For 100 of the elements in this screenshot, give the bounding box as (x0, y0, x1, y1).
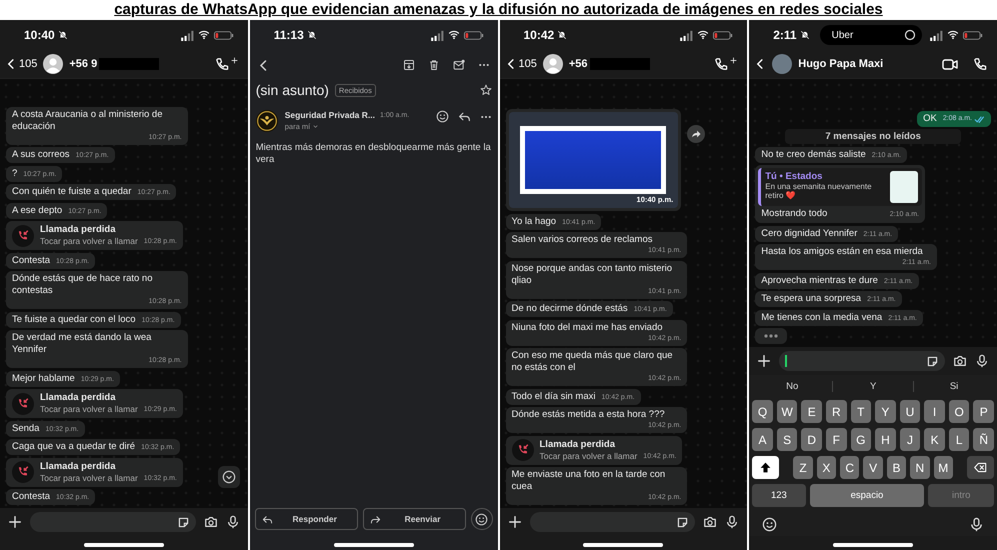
chevron-down-icon (222, 470, 236, 484)
keyboard-key[interactable]: E (801, 400, 822, 423)
keyboard-key[interactable]: R (826, 400, 847, 423)
reply-button[interactable]: Responder (254, 508, 358, 530)
message-text: Te espera una sorpresa (761, 293, 862, 305)
microphone-icon[interactable] (226, 515, 240, 529)
shift-key[interactable] (752, 456, 780, 479)
sender-logo-icon (256, 110, 278, 132)
trash-icon[interactable] (428, 59, 440, 71)
message-text: De verdad me está dando la wea Yennifer (12, 332, 152, 356)
keyboard-key[interactable]: X (816, 456, 836, 479)
keyboard-key[interactable]: U (900, 400, 920, 423)
keyboard-key[interactable]: O (948, 400, 970, 423)
keyboard-key[interactable]: K (924, 428, 945, 451)
keyboard-key[interactable]: Q (752, 400, 773, 423)
keyboard-key[interactable]: A (752, 428, 773, 451)
plus-icon (230, 56, 238, 64)
message-text: Con quién te fuiste a quedar (12, 186, 132, 198)
message-text: Me tienes con la media vena (761, 312, 882, 324)
keyboard-key[interactable]: B (886, 456, 906, 479)
back-button[interactable]: 105 (6, 58, 38, 70)
clock-time: 11:13 (274, 28, 304, 42)
keyboard-key[interactable]: W (776, 400, 798, 423)
message-text: Mostrando todo (761, 208, 828, 220)
keyboard-key[interactable]: Y (875, 400, 896, 423)
forward-icon[interactable] (687, 125, 706, 143)
archive-icon[interactable] (402, 59, 414, 71)
phone-plus-icon (713, 56, 728, 72)
star-icon[interactable] (480, 84, 492, 96)
keyboard-key[interactable]: G (850, 428, 872, 451)
word-suggestion[interactable]: Y (833, 380, 914, 392)
keyboard-key[interactable]: S (776, 428, 798, 451)
keyboard-key[interactable]: 123 (752, 484, 806, 507)
camera-icon[interactable] (953, 354, 967, 368)
contact-name: +56 (568, 58, 588, 70)
activity-ring-icon (904, 29, 916, 41)
message-text: De no decirme dónde estás (512, 303, 628, 315)
camera-icon[interactable] (703, 515, 718, 529)
plus-icon[interactable] (508, 515, 522, 529)
plus-icon[interactable] (757, 354, 772, 368)
message-input[interactable] (530, 512, 696, 532)
message-text: Cero dignidad Yennifer (761, 228, 858, 240)
voice-call-button[interactable] (972, 56, 987, 72)
keyboard-key[interactable]: H (875, 428, 896, 451)
word-suggestion[interactable]: No (752, 380, 834, 392)
keyboard-key[interactable]: L (948, 428, 970, 451)
sticker-icon[interactable] (926, 354, 939, 368)
message-text: Niuna foto del maxi me has enviado (512, 322, 663, 334)
message-text: Me enviaste una foto en la tarde con cuea (512, 469, 666, 493)
message-text: Dónde estás que de hace rato no contestas (12, 273, 154, 297)
message-input[interactable] (30, 512, 196, 532)
backspace-key[interactable] (966, 456, 994, 479)
keyboard-key[interactable]: I (924, 400, 945, 423)
forward-button[interactable]: Reenviar (362, 508, 466, 530)
message-text: A sus correos (12, 149, 70, 161)
back-chevron-icon (506, 58, 516, 70)
camera-icon[interactable] (204, 515, 218, 529)
status-thumbnail (890, 171, 918, 203)
message-text: Salen varios correos de reclamos (512, 234, 652, 246)
word-suggestion[interactable]: Si (914, 380, 994, 392)
keyboard-key[interactable]: C (840, 456, 860, 479)
message-text: Hasta los amigos están en esa mierda (761, 246, 923, 258)
emoji-reaction-button[interactable] (470, 508, 492, 530)
back-button[interactable]: 105 (506, 58, 537, 70)
emoji-icon[interactable] (436, 110, 448, 123)
keyboard-key[interactable]: N (910, 456, 930, 479)
call-title: Llamada perdida (40, 392, 117, 404)
message-text: No te creo demás saliste (761, 148, 866, 160)
quoted-status[interactable]: Tú • Estados En una semanita nuevamente retiro ❤ (758, 168, 922, 206)
scroll-down-button[interactable] (218, 466, 240, 488)
add-call-button[interactable] (713, 56, 738, 72)
sticker-icon[interactable] (176, 516, 190, 528)
keyboard-key[interactable]: espacio (810, 484, 924, 507)
microphone-icon[interactable] (975, 354, 989, 368)
add-call-button[interactable] (214, 56, 238, 72)
signal-icon (680, 30, 694, 40)
microphone-icon[interactable] (725, 515, 740, 529)
message-text: Yo la hago (512, 216, 556, 228)
keyboard-key[interactable]: J (900, 428, 920, 451)
sticker-icon[interactable] (676, 516, 690, 528)
muted-bell-icon (306, 30, 317, 40)
keyboard-key[interactable]: F (826, 428, 847, 451)
keyboard-key[interactable]: Ñ (973, 428, 994, 451)
plus-icon[interactable] (8, 515, 22, 529)
emoji-icon[interactable] (762, 516, 778, 532)
call-subtitle: Tocar para volver a llamar (40, 404, 138, 415)
wifi-icon (448, 30, 460, 40)
keyboard-key[interactable]: T (850, 400, 872, 423)
clock-time: 10:40 (24, 28, 55, 42)
reply-icon[interactable] (458, 110, 470, 123)
clock-time: 10:42 (524, 28, 554, 42)
keyboard-key[interactable]: M (934, 456, 953, 479)
keyboard-key[interactable]: P (973, 400, 994, 423)
keyboard-key[interactable]: V (863, 456, 883, 479)
keyboard-key[interactable]: D (801, 428, 822, 451)
mail-unread-icon[interactable] (452, 59, 464, 71)
microphone-icon[interactable] (969, 516, 984, 532)
keyboard-key[interactable]: Z (793, 456, 813, 479)
message-input[interactable] (779, 351, 945, 371)
message-text: Contesta (12, 491, 50, 503)
